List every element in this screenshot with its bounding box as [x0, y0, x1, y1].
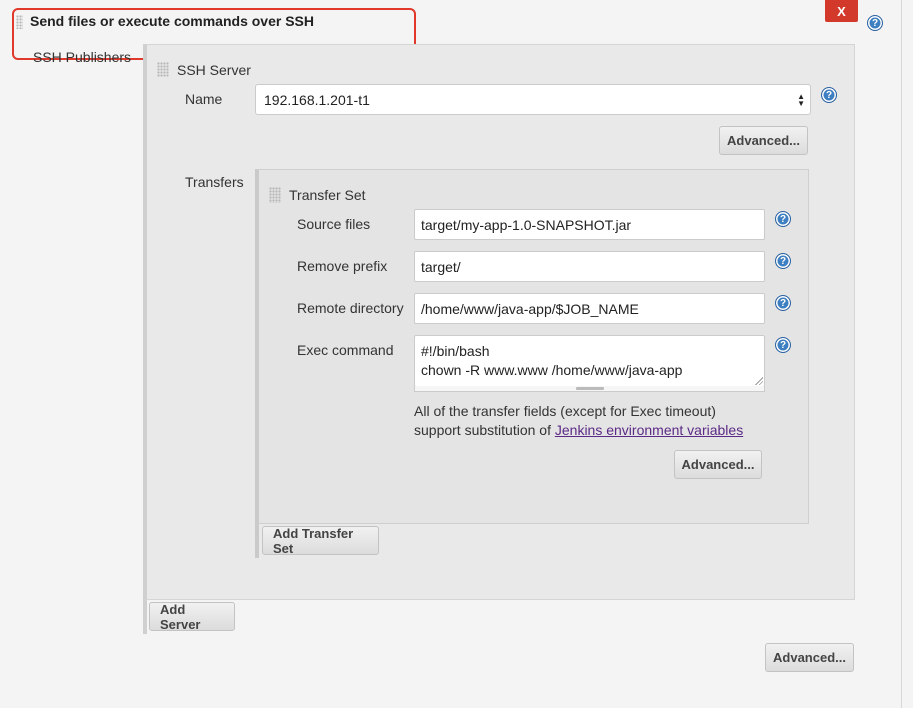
add-server-button[interactable]: Add Server — [149, 602, 235, 632]
help-icon[interactable]: ? — [775, 211, 791, 227]
server-advanced-button[interactable]: Advanced... — [719, 126, 808, 155]
note-line-1: All of the transfer fields (except for E… — [414, 403, 716, 419]
help-icon[interactable]: ? — [775, 295, 791, 311]
remote-directory-label: Remote directory — [297, 300, 404, 316]
transfers-repeat-bar — [255, 524, 259, 558]
exec-command-label: Exec command — [297, 342, 394, 358]
transfer-advanced-button[interactable]: Advanced... — [674, 450, 762, 479]
exec-command-textarea[interactable]: #!/bin/bash chown -R www.www /home/www/j… — [414, 335, 765, 387]
note-line-2: support substitution of Jenkins environm… — [414, 421, 743, 440]
drag-handle-icon[interactable] — [269, 187, 281, 203]
server-name-label: Name — [185, 91, 223, 107]
delete-step-button[interactable]: X — [825, 0, 858, 22]
transfer-set-title: Transfer Set — [289, 187, 366, 203]
step-advanced-button[interactable]: Advanced... — [765, 643, 854, 672]
ssh-publishers-label: SSH Publishers — [33, 49, 132, 65]
help-icon[interactable]: ? — [775, 253, 791, 269]
textarea-expand-handle[interactable] — [414, 386, 765, 392]
remote-directory-input[interactable]: /home/www/java-app/$JOB_NAME — [414, 293, 765, 324]
add-transfer-set-button[interactable]: Add Transfer Set — [262, 526, 379, 556]
remove-prefix-label: Remove prefix — [297, 258, 388, 274]
ssh-server-title: SSH Server — [177, 62, 251, 78]
server-name-select[interactable]: 192.168.1.201-t1 ▲ ▼ — [255, 84, 811, 115]
source-files-label: Source files — [297, 216, 371, 232]
jenkins-env-vars-link[interactable]: Jenkins environment variables — [555, 422, 743, 438]
drag-handle-icon[interactable] — [157, 62, 169, 77]
server-name-value: 192.168.1.201-t1 — [264, 91, 370, 108]
select-arrows-icon: ▲ ▼ — [797, 92, 805, 108]
ssh-publishers-repeat-bar — [143, 600, 147, 634]
remove-prefix-input[interactable]: target/ — [414, 251, 765, 282]
help-icon[interactable]: ? — [821, 87, 837, 103]
help-icon[interactable]: ? — [775, 337, 791, 353]
resize-handle-icon[interactable] — [755, 377, 763, 385]
note-prefix: support substitution of — [414, 422, 555, 438]
source-files-input[interactable]: target/my-app-1.0-SNAPSHOT.jar — [414, 209, 765, 240]
grip-icon — [576, 387, 604, 390]
exec-command-value: #!/bin/bash chown -R www.www /home/www/j… — [421, 343, 683, 378]
transfers-label: Transfers — [185, 174, 244, 190]
help-icon[interactable]: ? — [867, 15, 883, 31]
substitution-note: All of the transfer fields (except for E… — [414, 402, 743, 440]
